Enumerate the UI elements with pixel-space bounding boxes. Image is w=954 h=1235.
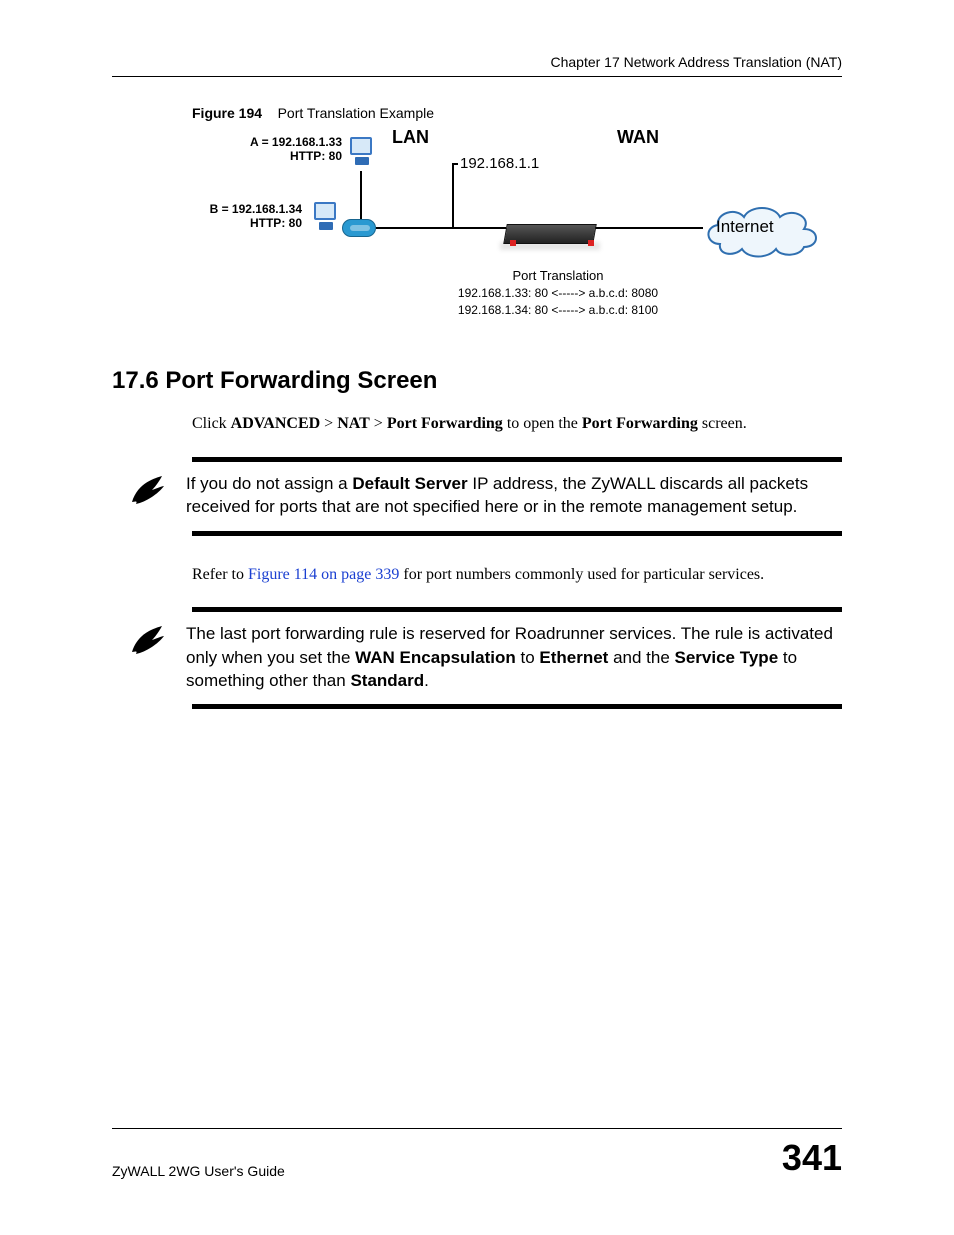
pt-title: Port Translation xyxy=(428,267,688,285)
text: and the xyxy=(608,648,674,667)
pc-b-icon xyxy=(314,202,338,236)
text-bold: Service Type xyxy=(675,648,779,667)
figure-diagram: LAN WAN 192.168.1.1 A = 192.168.1.33 HTT… xyxy=(192,127,832,327)
cross-reference-link[interactable]: Figure 114 on page 339 xyxy=(248,566,399,583)
text: . xyxy=(424,671,429,690)
figure-number: Figure 194 xyxy=(192,105,262,121)
gateway-ip: 192.168.1.1 xyxy=(460,155,539,172)
cloud-label: Internet xyxy=(716,217,774,237)
host-a-label: A = 192.168.1.33 HTTP: 80 xyxy=(232,135,342,163)
note-icon xyxy=(124,622,172,692)
pt-line-2: 192.168.1.34: 80 <-----> a.b.c.d: 8100 xyxy=(428,302,688,319)
port-translation-text: Port Translation 192.168.1.33: 80 <-----… xyxy=(428,267,688,319)
refer-paragraph: Refer to Figure 114 on page 339 for port… xyxy=(192,564,842,586)
figure-title: Port Translation Example xyxy=(278,105,434,121)
text-bold: Port Forwarding xyxy=(582,415,698,432)
intro-paragraph: Click ADVANCED > NAT > Port Forwarding t… xyxy=(192,413,842,435)
text-bold: Standard xyxy=(350,671,424,690)
text: to open the xyxy=(503,415,582,432)
note-icon xyxy=(124,472,172,519)
connector-line xyxy=(595,227,703,229)
page-footer: ZyWALL 2WG User's Guide 341 xyxy=(112,1128,842,1179)
gateway-led-icon xyxy=(588,240,594,246)
text: to xyxy=(516,648,540,667)
gateway-led-icon xyxy=(510,240,516,246)
connector-line xyxy=(360,171,362,219)
gateway-icon xyxy=(503,224,597,244)
note-bar xyxy=(192,704,842,709)
text-bold: WAN Encapsulation xyxy=(355,648,516,667)
text: Click xyxy=(192,415,231,432)
text: > xyxy=(320,415,337,432)
connector-line xyxy=(452,163,458,165)
section-heading: 17.6 Port Forwarding Screen xyxy=(112,367,842,395)
page-header: Chapter 17 Network Address Translation (… xyxy=(112,54,842,77)
note-block-1: If you do not assign a Default Server IP… xyxy=(192,457,842,536)
connector-line xyxy=(376,227,506,229)
note-text: If you do not assign a Default Server IP… xyxy=(186,472,842,519)
text-bold: NAT xyxy=(337,415,370,432)
host-a-ip: A = 192.168.1.33 xyxy=(232,135,342,149)
text-bold: Ethernet xyxy=(539,648,608,667)
page-number: 341 xyxy=(782,1137,842,1179)
pc-a-icon xyxy=(350,137,374,171)
host-b-label: B = 192.168.1.34 HTTP: 80 xyxy=(192,202,302,230)
text: screen. xyxy=(698,415,747,432)
text: Refer to xyxy=(192,566,248,583)
connector-line xyxy=(452,163,454,227)
text: for port numbers commonly used for parti… xyxy=(399,566,764,583)
router-icon xyxy=(342,219,376,237)
note-bar xyxy=(192,531,842,536)
figure-block: Figure 194 Port Translation Example LAN … xyxy=(192,105,842,327)
text-bold: Default Server xyxy=(352,474,467,493)
footer-guide-name: ZyWALL 2WG User's Guide xyxy=(112,1163,285,1179)
host-b-ip: B = 192.168.1.34 xyxy=(192,202,302,216)
figure-caption: Figure 194 Port Translation Example xyxy=(192,105,842,121)
text-bold: ADVANCED xyxy=(231,415,321,432)
text: > xyxy=(370,415,387,432)
host-b-proto: HTTP: 80 xyxy=(192,216,302,230)
pt-line-1: 192.168.1.33: 80 <-----> a.b.c.d: 8080 xyxy=(428,285,688,302)
note-block-2: The last port forwarding rule is reserve… xyxy=(192,607,842,709)
note-text: The last port forwarding rule is reserve… xyxy=(186,622,842,692)
host-a-proto: HTTP: 80 xyxy=(232,149,342,163)
text-bold: Port Forwarding xyxy=(387,415,503,432)
wan-label: WAN xyxy=(617,127,659,148)
lan-label: LAN xyxy=(392,127,429,148)
text: If you do not assign a xyxy=(186,474,352,493)
